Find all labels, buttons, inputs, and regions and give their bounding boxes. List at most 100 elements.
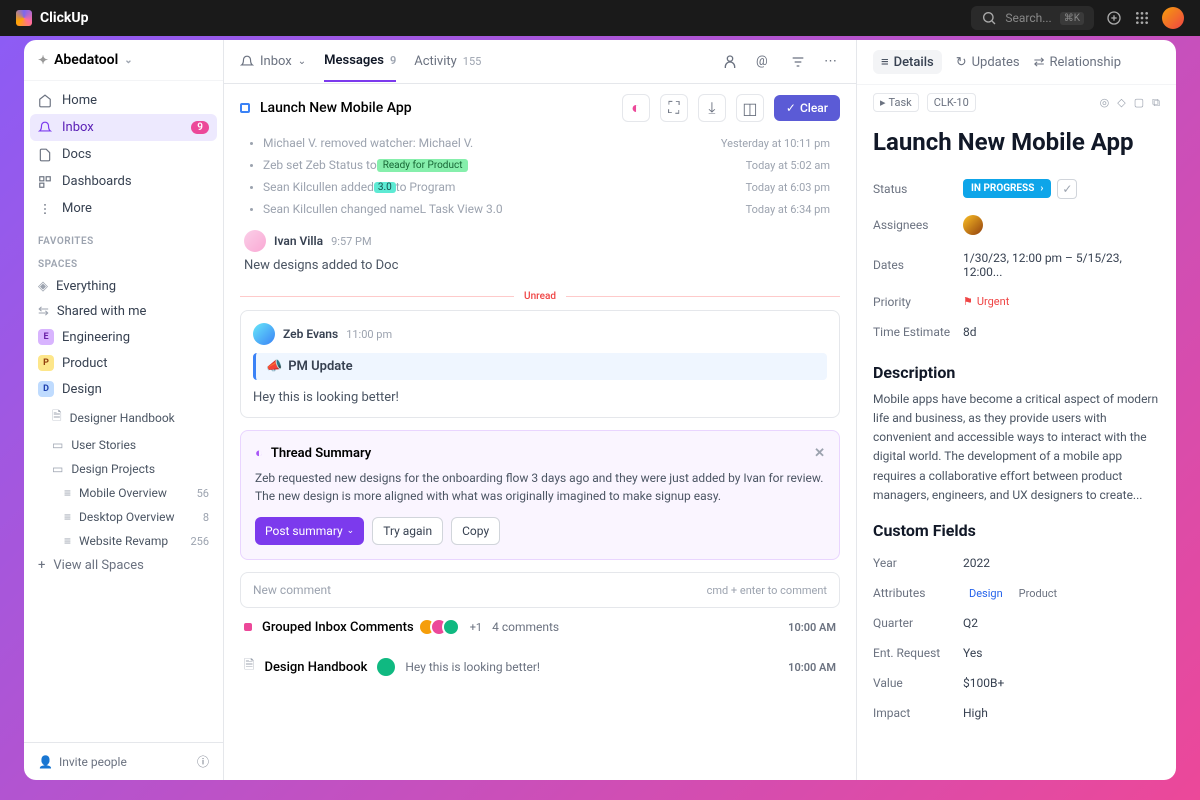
copy-button[interactable]: Copy: [451, 517, 500, 545]
view-all-spaces[interactable]: +View all Spaces: [24, 553, 223, 578]
description-header: Description: [873, 363, 1160, 382]
logo-icon: [16, 10, 32, 26]
dashboard-icon: [38, 175, 52, 189]
activity-row: Sean Kilcullen changed nameL Task View 3…: [240, 198, 840, 220]
task-title: Launch New Mobile App: [873, 128, 1160, 157]
try-again-button[interactable]: Try again: [372, 517, 443, 545]
dates-value[interactable]: 1/30/23, 12:00 pm – 5/15/23, 12:00...: [963, 251, 1160, 279]
list-icon: ≡: [64, 486, 71, 500]
share-icon: ⇆: [38, 304, 49, 319]
nav-docs[interactable]: Docs: [24, 141, 223, 168]
doc-icon: 🗎: [244, 656, 254, 678]
task-checkbox-icon[interactable]: [240, 103, 250, 113]
comment-placeholder: New comment: [253, 583, 331, 597]
main-header: Inbox⌄ Messages9 Activity155 @ ⋯: [224, 40, 856, 84]
tab-activity[interactable]: Activity155: [414, 42, 481, 81]
pm-update-block: 📣PM Update: [253, 353, 827, 380]
activity-row: Michael V. removed watcher: Michael V.Ye…: [240, 132, 840, 154]
help-icon[interactable]: ⓘ: [197, 753, 209, 770]
complete-checkbox[interactable]: ✓: [1057, 179, 1077, 199]
thread-summary-card: ◐Thread Summary✕ Zeb requested new desig…: [240, 430, 840, 560]
nav-dashboards[interactable]: Dashboards: [24, 168, 223, 195]
sidebar: ✦ Abedatool ⌄ Home Inbox9 Docs Dashboard…: [24, 40, 224, 780]
nav-home[interactable]: Home: [24, 87, 223, 114]
plus-icon: +: [38, 558, 45, 573]
tab-messages[interactable]: Messages9: [324, 41, 396, 82]
panel-button[interactable]: ◫: [736, 94, 764, 122]
new-comment-input[interactable]: New comment cmd + enter to comment: [240, 572, 840, 608]
brand: ClickUp: [16, 10, 88, 26]
grouped-title: Grouped Inbox Comments: [262, 620, 414, 635]
tab-relationship[interactable]: ⇄Relationship: [1034, 50, 1121, 74]
flag-icon: ⚑: [963, 295, 973, 308]
design-handbook-row[interactable]: 🗎 Design Handbook Hey this is looking be…: [240, 646, 840, 688]
chevron-down-icon: ⌄: [347, 526, 355, 536]
tab-updates[interactable]: ↻Updates: [956, 50, 1020, 74]
tag-icon[interactable]: ◇: [1117, 96, 1125, 109]
apps-icon[interactable]: [1134, 10, 1150, 26]
thread-header: Launch New Mobile App ◐ ⛶ ⤓ ◫ ✓Clear: [224, 84, 856, 132]
space-design[interactable]: DDesign: [24, 376, 223, 402]
avatar: [253, 323, 275, 345]
expand-button[interactable]: ⛶: [660, 94, 688, 122]
inbox-dropdown[interactable]: Inbox⌄: [240, 42, 306, 81]
top-bar: ClickUp Search... ⌘K: [0, 0, 1200, 36]
space-everything[interactable]: ◈Everything: [24, 274, 223, 299]
assignee-avatar[interactable]: [963, 215, 983, 235]
avatar: [244, 230, 266, 252]
sparkle-icon: ✦: [38, 53, 48, 67]
space-engineering[interactable]: EEngineering: [24, 324, 223, 350]
search-placeholder: Search...: [1005, 11, 1051, 25]
avatar: [377, 658, 395, 676]
link-icon[interactable]: ⧉: [1152, 96, 1160, 110]
user-avatar[interactable]: [1162, 7, 1184, 29]
tree-design-projects[interactable]: ▭Design Projects: [24, 457, 223, 481]
refresh-icon: ↻: [956, 55, 967, 70]
more-icon[interactable]: ⋯: [824, 54, 840, 69]
space-letter: D: [38, 381, 54, 397]
task-id-chip[interactable]: CLK-10: [927, 93, 976, 112]
status-pill[interactable]: IN PROGRESS›: [963, 179, 1051, 198]
nav-more[interactable]: More: [24, 195, 223, 222]
priority-value[interactable]: ⚑Urgent: [963, 295, 1009, 308]
link-icon: ⇄: [1034, 55, 1045, 70]
thread-title: Launch New Mobile App: [260, 100, 612, 116]
details-panel: ≡Details ↻Updates ⇄Relationship ▸Task CL…: [856, 40, 1176, 780]
comment-body: New designs added to Doc: [244, 258, 836, 273]
comment-author: Ivan Villa: [274, 234, 323, 248]
download-button[interactable]: ⤓: [698, 94, 726, 122]
tree-mobile-overview[interactable]: ≡Mobile Overview56: [24, 481, 223, 505]
activity-row: Zeb set Zeb Status to Ready for ProductT…: [240, 154, 840, 176]
network-icon: ◈: [38, 279, 48, 294]
search-shortcut: ⌘K: [1060, 12, 1084, 25]
global-search[interactable]: Search... ⌘K: [971, 6, 1094, 30]
megaphone-icon: 📣: [266, 359, 282, 374]
person-icon[interactable]: [722, 54, 738, 70]
invite-people[interactable]: 👤Invite people: [38, 755, 127, 769]
space-shared[interactable]: ⇆Shared with me: [24, 299, 223, 324]
filter-icon[interactable]: [790, 54, 806, 70]
ai-button[interactable]: ◐: [622, 94, 650, 122]
mention-icon[interactable]: @: [756, 54, 772, 69]
close-icon[interactable]: ✕: [814, 446, 825, 461]
add-icon[interactable]: [1106, 10, 1122, 26]
comment-author: Zeb Evans: [283, 327, 338, 341]
image-icon[interactable]: ▢: [1134, 96, 1144, 109]
clear-button[interactable]: ✓Clear: [774, 95, 840, 121]
tree-website-revamp[interactable]: ≡Website Revamp256: [24, 529, 223, 553]
search-icon: [981, 10, 997, 26]
space-product[interactable]: PProduct: [24, 350, 223, 376]
qr-icon[interactable]: ◎: [1100, 96, 1110, 109]
tree-designer-handbook[interactable]: 🗎Designer Handbook: [24, 402, 223, 433]
post-summary-button[interactable]: Post summary⌄: [255, 517, 364, 545]
ai-sparkle-icon: ◐: [255, 445, 263, 461]
summary-body: Zeb requested new designs for the onboar…: [255, 469, 825, 505]
tree-user-stories[interactable]: ▭User Stories: [24, 433, 223, 457]
nav-inbox[interactable]: Inbox9: [30, 114, 217, 141]
grouped-inbox-row[interactable]: Grouped Inbox Comments +1 4 comments 10:…: [240, 608, 840, 646]
list-icon: ≡: [64, 510, 71, 524]
attributes-value[interactable]: DesignProduct: [963, 586, 1160, 600]
workspace-switcher[interactable]: ✦ Abedatool ⌄: [24, 40, 223, 81]
tree-desktop-overview[interactable]: ≡Desktop Overview8: [24, 505, 223, 529]
tab-details[interactable]: ≡Details: [873, 50, 942, 74]
